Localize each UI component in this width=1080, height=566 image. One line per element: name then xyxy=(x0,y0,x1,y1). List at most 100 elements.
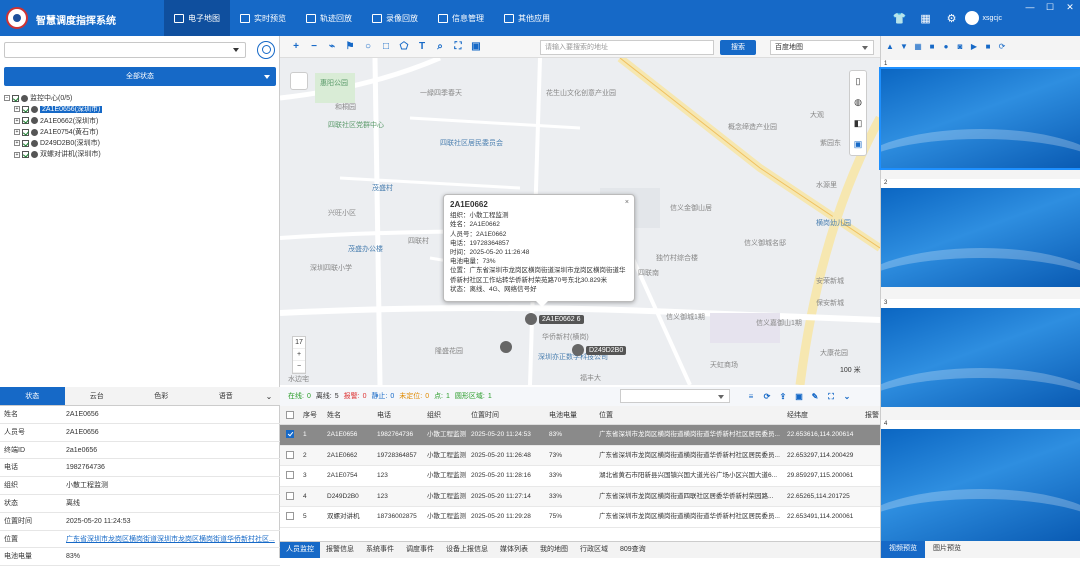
edit-icon[interactable]: ✎ xyxy=(810,392,820,402)
checkbox[interactable] xyxy=(22,117,29,125)
tab-status[interactable]: 状态 xyxy=(0,387,65,405)
save-icon[interactable]: ▣ xyxy=(470,41,482,53)
col-header[interactable]: 电话 xyxy=(374,406,424,424)
col-header[interactable]: 位置 xyxy=(596,406,784,424)
user-name[interactable]: xsgcjc xyxy=(983,15,1002,22)
nav-tab-live[interactable]: 实时预览 xyxy=(230,0,296,36)
video-pane[interactable]: 4 xyxy=(881,420,1080,541)
play-icon[interactable]: ▶ xyxy=(969,42,979,52)
refresh-icon[interactable]: ⟳ xyxy=(762,392,772,402)
tree-node-device[interactable]: +2A1E0754(黄石市) xyxy=(4,127,276,138)
table-row[interactable]: 2 2A1E0662 19728364857 小散工程监测 2025-05-20 11:… xyxy=(280,445,880,466)
tab-media-list[interactable]: 媒体列表 xyxy=(494,542,534,558)
tab-device-reports[interactable]: 设备上报信息 xyxy=(440,542,494,558)
layout-icon[interactable]: ▦ xyxy=(913,42,923,52)
col-header[interactable]: 位置时间 xyxy=(468,406,546,424)
table-row[interactable]: 1 2A1E0656 1982764736 小散工程监测 2025-05-20 11:2… xyxy=(280,425,880,446)
tab-voice[interactable]: 语音 xyxy=(194,387,259,405)
globe-icon[interactable]: ◍ xyxy=(850,92,866,113)
checkbox[interactable] xyxy=(22,128,29,136)
address-search-button[interactable]: 搜索 xyxy=(720,40,756,55)
address-search-input[interactable]: 请输入要搜索的地址 xyxy=(540,40,714,55)
expand-icon[interactable]: + xyxy=(14,106,20,113)
expand-icon[interactable]: + xyxy=(14,129,20,136)
rectangle-icon[interactable]: □ xyxy=(380,41,392,53)
tree-node-device[interactable]: + 双螺对讲机(深圳市) xyxy=(4,149,276,160)
camera-icon[interactable]: ◙ xyxy=(955,42,965,52)
collapse-icon[interactable]: ⌄ xyxy=(842,392,852,402)
nav-tab-map[interactable]: 电子地图 xyxy=(164,0,230,36)
arrow-down-icon[interactable]: ▼ xyxy=(899,42,909,52)
table-row[interactable]: 5 双螺对讲机 18736002875 小散工程监测 2025-05-20 11:29:… xyxy=(280,507,880,528)
col-header[interactable]: 序号 xyxy=(300,406,324,424)
list-icon[interactable]: ≡ xyxy=(746,392,756,402)
tab-system-events[interactable]: 系统事件 xyxy=(360,542,400,558)
tab-alarm-info[interactable]: 报警信息 xyxy=(320,542,360,558)
zoom-out-button[interactable]: − xyxy=(293,361,305,373)
filter-select[interactable] xyxy=(620,389,730,403)
maximize-icon[interactable]: ☐ xyxy=(1040,0,1060,14)
tab-dispatch-events[interactable]: 调度事件 xyxy=(400,542,440,558)
search-icon[interactable] xyxy=(257,41,275,59)
table-row[interactable]: 3 2A1E0754 123 小散工程监测 2025-05-20 11:28:16 33%… xyxy=(280,466,880,487)
video-pane[interactable]: 1 xyxy=(879,60,1080,170)
nav-tab-apps[interactable]: 其他应用 xyxy=(494,0,560,36)
nav-tab-record[interactable]: 录像回放 xyxy=(362,0,428,36)
row-checkbox[interactable] xyxy=(280,425,300,445)
nav-tab-track[interactable]: 轨迹回放 xyxy=(296,0,362,36)
checkbox[interactable] xyxy=(22,139,29,147)
tab-809-query[interactable]: 809查询 xyxy=(614,542,652,558)
expand-icon[interactable]: + xyxy=(14,140,20,147)
polygon-icon[interactable]: ⬠ xyxy=(398,41,410,53)
nav-tab-info[interactable]: 信息管理 xyxy=(428,0,494,36)
double-chevron-down-icon[interactable]: ⌄ xyxy=(258,387,280,405)
circle-icon[interactable]: ○ xyxy=(362,41,374,53)
zoom-out-icon[interactable]: − xyxy=(308,41,320,53)
measure-icon[interactable]: ⌁ xyxy=(326,41,338,53)
flag-icon[interactable]: ⚑ xyxy=(344,41,356,53)
col-header[interactable]: 电池电量 xyxy=(546,406,596,424)
video-pane[interactable]: 2 xyxy=(881,179,1080,287)
refresh-icon[interactable]: ⟳ xyxy=(997,42,1007,52)
zoom-in-icon[interactable]: + xyxy=(290,41,302,53)
row-checkbox[interactable] xyxy=(280,507,300,527)
zoom-in-button[interactable]: + xyxy=(293,349,305,361)
expand-icon[interactable]: ⛶ xyxy=(826,392,836,402)
map-type-select[interactable]: 百度地图 xyxy=(770,40,874,55)
tab-personnel-monitor[interactable]: 人员监控 xyxy=(280,542,320,558)
checkbox[interactable] xyxy=(22,105,29,113)
panorama-icon[interactable]: ▣ xyxy=(850,134,866,155)
play-circle-icon[interactable]: ● xyxy=(941,42,951,52)
image-icon[interactable]: ▣ xyxy=(794,392,804,402)
device-marker[interactable] xyxy=(500,341,514,353)
tab-video-preview[interactable]: 视频预览 xyxy=(881,541,925,558)
device-marker[interactable]: D249D2B0 xyxy=(572,344,627,356)
collapse-icon[interactable]: − xyxy=(4,95,10,102)
col-header[interactable]: 报警 xyxy=(862,406,880,424)
row-checkbox[interactable] xyxy=(280,446,300,466)
cube-icon[interactable]: ◧ xyxy=(850,113,866,134)
tab-image-preview[interactable]: 图片预览 xyxy=(925,541,969,558)
close-icon[interactable]: × xyxy=(625,198,629,207)
checkbox[interactable] xyxy=(22,151,29,159)
shirt-icon[interactable]: 👕 xyxy=(887,12,913,25)
expand-icon[interactable]: + xyxy=(14,151,20,158)
status-filter-dropdown[interactable]: 全部状态 xyxy=(4,67,276,86)
tab-my-map[interactable]: 我的地图 xyxy=(534,542,574,558)
minimize-icon[interactable]: — xyxy=(1020,0,1040,14)
tree-node-device[interactable]: +2A1E0656(深圳市) xyxy=(4,104,276,115)
fullscreen-icon[interactable]: ⛶ xyxy=(452,41,464,53)
arrow-up-icon[interactable]: ▲ xyxy=(885,42,895,52)
map-view[interactable]: 惠阳公园 一緑四季春天 花生山文化创意产业园 和桐园 四联社区党群中心 四联社区… xyxy=(280,58,880,385)
checkbox[interactable] xyxy=(12,94,19,102)
location-link[interactable]: 广东省深圳市龙岗区横岗街道深圳市龙岗区横岗街道华侨新村社区... xyxy=(66,531,280,548)
tree-node-root[interactable]: − 监控中心(0/5) xyxy=(4,93,276,104)
video-pane[interactable]: 3 xyxy=(881,299,1080,407)
table-row[interactable]: 4 D249D2B0 123 小散工程监测 2025-05-20 11:27:14 33%… xyxy=(280,486,880,507)
col-header[interactable]: 组织 xyxy=(424,406,468,424)
tree-node-device[interactable]: + D249D2B0(深圳市) xyxy=(4,138,276,149)
search-area-icon[interactable]: ⌕ xyxy=(434,41,446,53)
device-marker[interactable]: 2A1E0662 6 xyxy=(525,313,584,325)
location-icon[interactable] xyxy=(290,72,308,90)
expand-icon[interactable]: + xyxy=(14,117,20,124)
